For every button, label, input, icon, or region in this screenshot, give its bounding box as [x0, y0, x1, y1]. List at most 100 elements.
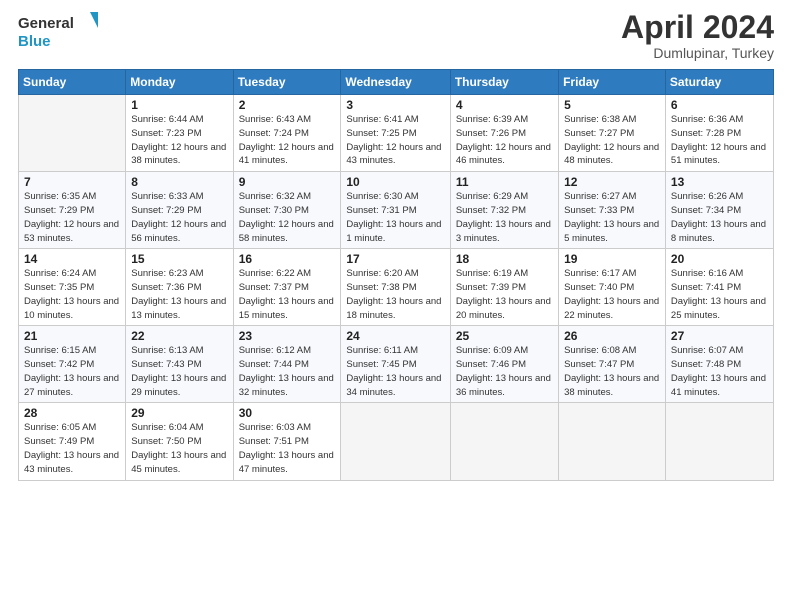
day-number: 24	[346, 329, 444, 343]
day-info: Sunrise: 6:16 AMSunset: 7:41 PMDaylight:…	[671, 267, 768, 322]
day-info: Sunrise: 6:30 AMSunset: 7:31 PMDaylight:…	[346, 190, 444, 245]
day-info: Sunrise: 6:11 AMSunset: 7:45 PMDaylight:…	[346, 344, 444, 399]
day-info: Sunrise: 6:41 AMSunset: 7:25 PMDaylight:…	[346, 113, 444, 168]
day-info: Sunrise: 6:19 AMSunset: 7:39 PMDaylight:…	[456, 267, 553, 322]
day-info: Sunrise: 6:05 AMSunset: 7:49 PMDaylight:…	[24, 421, 120, 476]
day-info: Sunrise: 6:32 AMSunset: 7:30 PMDaylight:…	[239, 190, 336, 245]
day-info: Sunrise: 6:03 AMSunset: 7:51 PMDaylight:…	[239, 421, 336, 476]
day-number: 18	[456, 252, 553, 266]
calendar-header-cell: Sunday	[19, 70, 126, 95]
day-number: 11	[456, 175, 553, 189]
logo-svg: General Blue	[18, 10, 98, 52]
calendar-cell: 5Sunrise: 6:38 AMSunset: 7:27 PMDaylight…	[559, 95, 666, 172]
svg-text:Blue: Blue	[18, 33, 51, 50]
calendar-cell: 20Sunrise: 6:16 AMSunset: 7:41 PMDayligh…	[665, 249, 773, 326]
calendar-cell: 21Sunrise: 6:15 AMSunset: 7:42 PMDayligh…	[19, 326, 126, 403]
calendar-cell: 12Sunrise: 6:27 AMSunset: 7:33 PMDayligh…	[559, 172, 666, 249]
calendar-week-row: 14Sunrise: 6:24 AMSunset: 7:35 PMDayligh…	[19, 249, 774, 326]
calendar-cell: 11Sunrise: 6:29 AMSunset: 7:32 PMDayligh…	[450, 172, 558, 249]
day-info: Sunrise: 6:44 AMSunset: 7:23 PMDaylight:…	[131, 113, 227, 168]
calendar-cell: 9Sunrise: 6:32 AMSunset: 7:30 PMDaylight…	[233, 172, 341, 249]
day-info: Sunrise: 6:17 AMSunset: 7:40 PMDaylight:…	[564, 267, 660, 322]
day-number: 2	[239, 98, 336, 112]
day-info: Sunrise: 6:04 AMSunset: 7:50 PMDaylight:…	[131, 421, 227, 476]
day-info: Sunrise: 6:27 AMSunset: 7:33 PMDaylight:…	[564, 190, 660, 245]
day-number: 9	[239, 175, 336, 189]
svg-text:General: General	[18, 15, 74, 32]
calendar-header-cell: Saturday	[665, 70, 773, 95]
calendar-header-cell: Thursday	[450, 70, 558, 95]
day-info: Sunrise: 6:09 AMSunset: 7:46 PMDaylight:…	[456, 344, 553, 399]
calendar-cell: 1Sunrise: 6:44 AMSunset: 7:23 PMDaylight…	[126, 95, 233, 172]
day-number: 14	[24, 252, 120, 266]
calendar-cell: 16Sunrise: 6:22 AMSunset: 7:37 PMDayligh…	[233, 249, 341, 326]
day-info: Sunrise: 6:13 AMSunset: 7:43 PMDaylight:…	[131, 344, 227, 399]
day-number: 16	[239, 252, 336, 266]
day-number: 7	[24, 175, 120, 189]
day-number: 27	[671, 329, 768, 343]
calendar-cell: 27Sunrise: 6:07 AMSunset: 7:48 PMDayligh…	[665, 326, 773, 403]
calendar-week-row: 1Sunrise: 6:44 AMSunset: 7:23 PMDaylight…	[19, 95, 774, 172]
day-number: 10	[346, 175, 444, 189]
day-number: 29	[131, 406, 227, 420]
calendar-cell: 7Sunrise: 6:35 AMSunset: 7:29 PMDaylight…	[19, 172, 126, 249]
day-info: Sunrise: 6:07 AMSunset: 7:48 PMDaylight:…	[671, 344, 768, 399]
day-number: 26	[564, 329, 660, 343]
calendar-table: SundayMondayTuesdayWednesdayThursdayFrid…	[18, 69, 774, 480]
calendar-header-row: SundayMondayTuesdayWednesdayThursdayFrid…	[19, 70, 774, 95]
logo: General Blue	[18, 10, 98, 52]
calendar-week-row: 7Sunrise: 6:35 AMSunset: 7:29 PMDaylight…	[19, 172, 774, 249]
calendar-week-row: 21Sunrise: 6:15 AMSunset: 7:42 PMDayligh…	[19, 326, 774, 403]
day-info: Sunrise: 6:26 AMSunset: 7:34 PMDaylight:…	[671, 190, 768, 245]
calendar-header-cell: Wednesday	[341, 70, 450, 95]
day-number: 28	[24, 406, 120, 420]
calendar-cell: 8Sunrise: 6:33 AMSunset: 7:29 PMDaylight…	[126, 172, 233, 249]
calendar-cell: 29Sunrise: 6:04 AMSunset: 7:50 PMDayligh…	[126, 403, 233, 480]
day-info: Sunrise: 6:22 AMSunset: 7:37 PMDaylight:…	[239, 267, 336, 322]
day-number: 15	[131, 252, 227, 266]
calendar-cell	[665, 403, 773, 480]
calendar-cell: 17Sunrise: 6:20 AMSunset: 7:38 PMDayligh…	[341, 249, 450, 326]
day-info: Sunrise: 6:35 AMSunset: 7:29 PMDaylight:…	[24, 190, 120, 245]
calendar-cell: 26Sunrise: 6:08 AMSunset: 7:47 PMDayligh…	[559, 326, 666, 403]
calendar-cell: 24Sunrise: 6:11 AMSunset: 7:45 PMDayligh…	[341, 326, 450, 403]
day-number: 22	[131, 329, 227, 343]
day-info: Sunrise: 6:23 AMSunset: 7:36 PMDaylight:…	[131, 267, 227, 322]
calendar-cell	[341, 403, 450, 480]
day-number: 6	[671, 98, 768, 112]
calendar-cell: 3Sunrise: 6:41 AMSunset: 7:25 PMDaylight…	[341, 95, 450, 172]
calendar-cell	[19, 95, 126, 172]
day-info: Sunrise: 6:29 AMSunset: 7:32 PMDaylight:…	[456, 190, 553, 245]
calendar-cell	[450, 403, 558, 480]
day-info: Sunrise: 6:36 AMSunset: 7:28 PMDaylight:…	[671, 113, 768, 168]
day-number: 3	[346, 98, 444, 112]
day-number: 8	[131, 175, 227, 189]
calendar-cell: 22Sunrise: 6:13 AMSunset: 7:43 PMDayligh…	[126, 326, 233, 403]
day-number: 25	[456, 329, 553, 343]
day-info: Sunrise: 6:08 AMSunset: 7:47 PMDaylight:…	[564, 344, 660, 399]
day-number: 13	[671, 175, 768, 189]
calendar-cell: 30Sunrise: 6:03 AMSunset: 7:51 PMDayligh…	[233, 403, 341, 480]
day-info: Sunrise: 6:12 AMSunset: 7:44 PMDaylight:…	[239, 344, 336, 399]
day-number: 5	[564, 98, 660, 112]
day-number: 23	[239, 329, 336, 343]
calendar-cell: 15Sunrise: 6:23 AMSunset: 7:36 PMDayligh…	[126, 249, 233, 326]
month-title: April 2024	[621, 10, 774, 45]
calendar-cell: 10Sunrise: 6:30 AMSunset: 7:31 PMDayligh…	[341, 172, 450, 249]
day-info: Sunrise: 6:43 AMSunset: 7:24 PMDaylight:…	[239, 113, 336, 168]
calendar-cell: 18Sunrise: 6:19 AMSunset: 7:39 PMDayligh…	[450, 249, 558, 326]
day-info: Sunrise: 6:20 AMSunset: 7:38 PMDaylight:…	[346, 267, 444, 322]
day-info: Sunrise: 6:39 AMSunset: 7:26 PMDaylight:…	[456, 113, 553, 168]
location-subtitle: Dumlupinar, Turkey	[621, 45, 774, 61]
day-info: Sunrise: 6:15 AMSunset: 7:42 PMDaylight:…	[24, 344, 120, 399]
day-number: 17	[346, 252, 444, 266]
calendar-header-cell: Monday	[126, 70, 233, 95]
calendar-header-cell: Tuesday	[233, 70, 341, 95]
calendar-cell: 19Sunrise: 6:17 AMSunset: 7:40 PMDayligh…	[559, 249, 666, 326]
header: General Blue April 2024 Dumlupinar, Turk…	[18, 10, 774, 61]
page: General Blue April 2024 Dumlupinar, Turk…	[0, 0, 792, 612]
calendar-cell: 28Sunrise: 6:05 AMSunset: 7:49 PMDayligh…	[19, 403, 126, 480]
calendar-cell: 23Sunrise: 6:12 AMSunset: 7:44 PMDayligh…	[233, 326, 341, 403]
day-number: 1	[131, 98, 227, 112]
day-number: 19	[564, 252, 660, 266]
